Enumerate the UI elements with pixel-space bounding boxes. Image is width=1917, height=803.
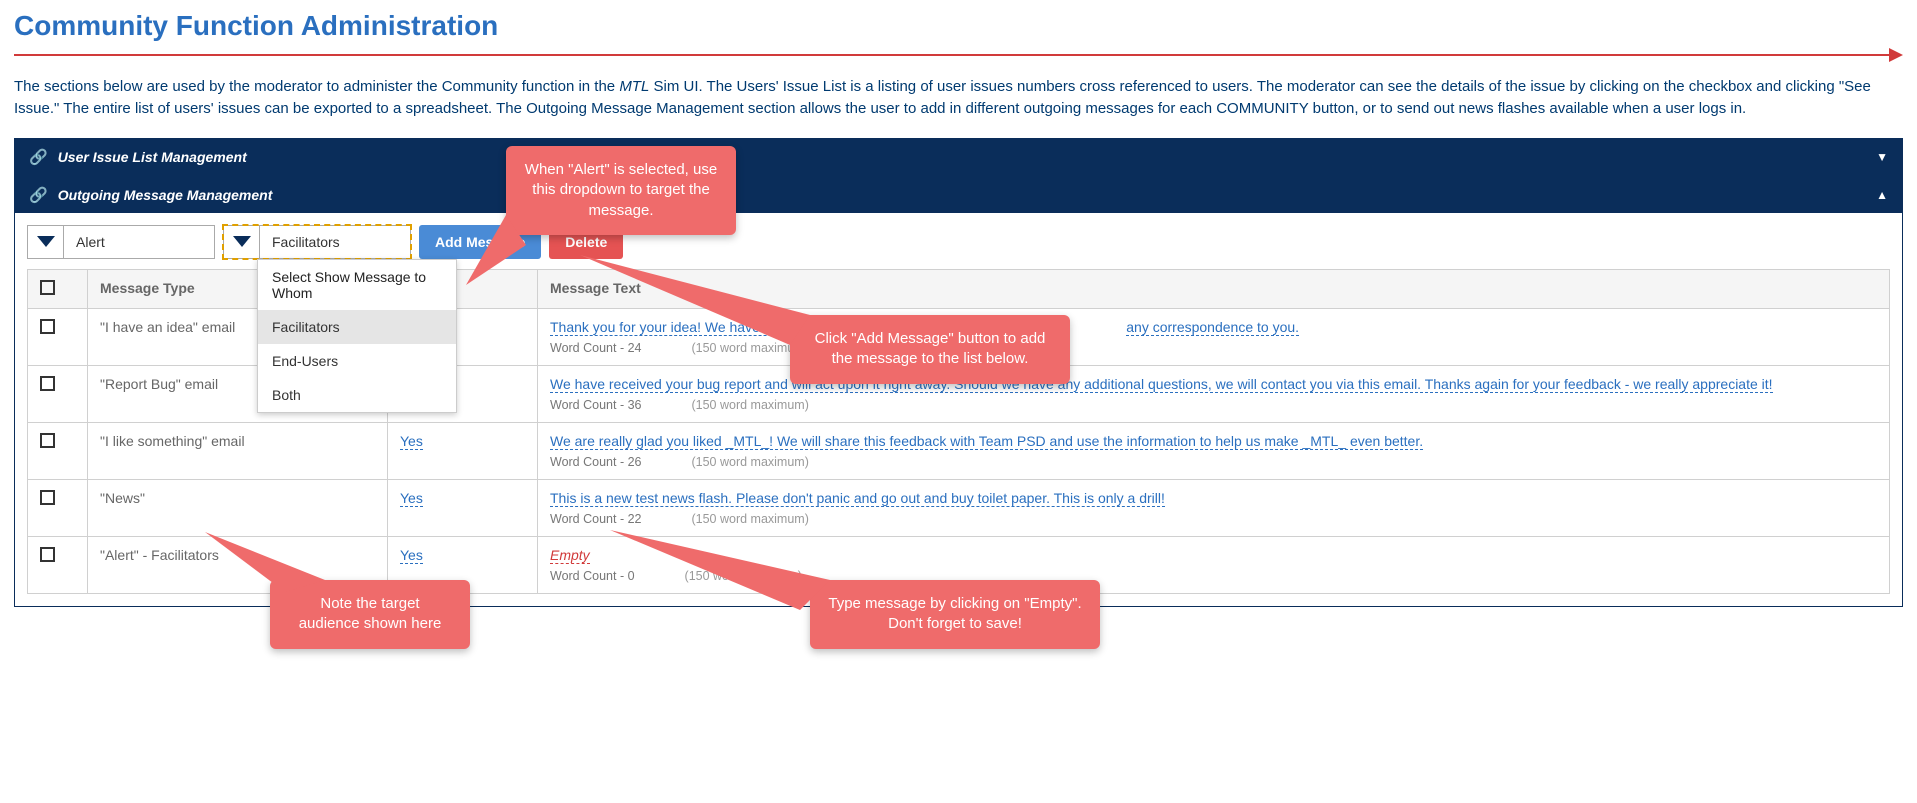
callout-add-message-hint: Click "Add Message" button to add the me… [790, 315, 1070, 384]
callout-empty-hint: Type message by clicking on "Empty". Don… [810, 580, 1100, 649]
title-divider [14, 48, 1903, 62]
toolbar: Alert Facilitators Add Message Delete Se… [27, 225, 1890, 259]
row-checkbox[interactable] [40, 433, 55, 448]
select-all-checkbox[interactable] [40, 280, 55, 295]
dropdown-message-type[interactable]: Alert [27, 225, 215, 259]
link-icon: 🔗 [29, 148, 48, 166]
cell-message-text: This is a new test news flash. Please do… [538, 479, 1890, 536]
message-text-link[interactable]: Empty [550, 547, 590, 564]
callout-dropdown-hint: When "Alert" is selected, use this dropd… [506, 146, 736, 235]
intro-text: The sections below are used by the moder… [14, 76, 1903, 120]
dropdown-target-audience[interactable]: Facilitators [223, 225, 411, 259]
message-text-link[interactable]: We have received your bug report and wil… [550, 376, 1773, 393]
message-text-link[interactable]: any correspondence to you. [1126, 319, 1299, 336]
chevron-down-icon: ▼ [1876, 150, 1888, 164]
dropdown-option-facilitators[interactable]: Facilitators [258, 310, 456, 344]
callout-tail [205, 532, 325, 592]
page-title: Community Function Administration [14, 10, 1903, 42]
cell-active[interactable]: Yes [388, 479, 538, 536]
cell-message-type: "News" [88, 479, 388, 536]
panel-title: User Issue List Management [58, 149, 1876, 165]
dropdown-toggle[interactable] [224, 226, 260, 258]
row-checkbox[interactable] [40, 376, 55, 391]
dropdown-menu-target: Select Show Message to Whom Facilitators… [257, 259, 457, 413]
table-row: "I like something" emailYes We are really… [28, 422, 1890, 479]
link-icon: 🔗 [29, 186, 48, 204]
message-text-link[interactable]: We are really glad you liked _MTL_! We w… [550, 433, 1423, 450]
word-count-info: Word Count - 22(150 word maximum) [550, 512, 1877, 526]
word-count-info: Word Count - 26(150 word maximum) [550, 455, 1877, 469]
dropdown-toggle[interactable] [28, 226, 64, 258]
dropdown-option-both[interactable]: Both [258, 378, 456, 412]
callout-tail [446, 215, 526, 285]
panel-user-issue-list[interactable]: 🔗 User Issue List Management ▼ [14, 138, 1903, 176]
row-checkbox[interactable] [40, 547, 55, 562]
row-checkbox[interactable] [40, 319, 55, 334]
message-text-link[interactable]: This is a new test news flash. Please do… [550, 490, 1165, 507]
cell-message-text: We are really glad you liked _MTL_! We w… [538, 422, 1890, 479]
dropdown-value: Alert [64, 226, 214, 258]
callout-tail [580, 255, 810, 345]
callout-tail [610, 530, 830, 610]
dropdown-option-endusers[interactable]: End-Users [258, 344, 456, 378]
callout-target-audience-hint: Note the target audience shown here [270, 580, 470, 649]
panel-header-outgoing[interactable]: 🔗 Outgoing Message Management ▲ [15, 177, 1902, 213]
dropdown-option-header[interactable]: Select Show Message to Whom [258, 260, 456, 310]
cell-active[interactable]: Yes [388, 422, 538, 479]
cell-message-type: "I like something" email [88, 422, 388, 479]
row-checkbox[interactable] [40, 490, 55, 505]
table-row: "News"Yes This is a new test news flash. … [28, 479, 1890, 536]
chevron-up-icon: ▲ [1876, 188, 1888, 202]
word-count-info: Word Count - 36(150 word maximum) [550, 398, 1877, 412]
panel-title: Outgoing Message Management [58, 187, 1876, 203]
cell-message-text: We have received your bug report and wil… [538, 365, 1890, 422]
dropdown-value: Facilitators [260, 226, 410, 258]
